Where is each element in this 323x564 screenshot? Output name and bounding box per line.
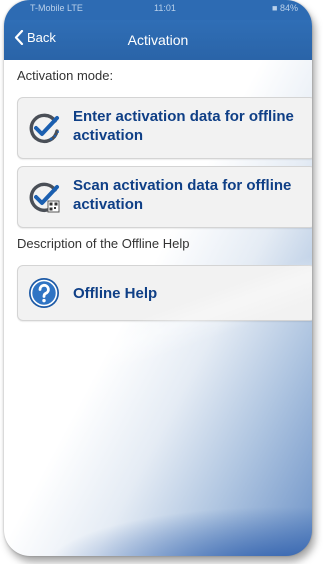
clock: 11:01 xyxy=(154,3,176,13)
check-qr-scan-icon xyxy=(29,182,60,213)
device-frame: T-Mobile LTE 11:01 ■ 84% Back Activation… xyxy=(4,0,312,556)
offline-help-label: Offline Help xyxy=(73,285,158,302)
battery-icon: ■ xyxy=(272,3,278,13)
battery-level: 84% xyxy=(279,3,298,13)
enter-activation-data-label: Enter activation data for offline activa… xyxy=(73,108,294,144)
check-edit-icon xyxy=(29,113,59,144)
navigation-bar: Back Activation xyxy=(4,20,312,60)
carrier-label: T-Mobile LTE xyxy=(30,3,83,13)
scan-activation-data-button[interactable]: Scan activation data for offline activat… xyxy=(17,166,312,228)
help-circle-icon xyxy=(29,278,59,308)
device-edge-glow xyxy=(4,496,312,556)
battery-indicator: ■ 84% xyxy=(272,3,298,13)
page-title: Activation xyxy=(127,32,189,48)
enter-activation-data-button[interactable]: Enter activation data for offline activa… xyxy=(17,97,312,159)
activation-mode-label: Activation mode: xyxy=(17,68,114,83)
status-bar: T-Mobile LTE 11:01 ■ 84% xyxy=(4,0,312,20)
offline-help-button[interactable]: Offline Help xyxy=(17,265,312,321)
scan-activation-data-label: Scan activation data for offline activat… xyxy=(73,177,292,213)
offline-help-description-label: Description of the Offline Help xyxy=(17,236,190,251)
